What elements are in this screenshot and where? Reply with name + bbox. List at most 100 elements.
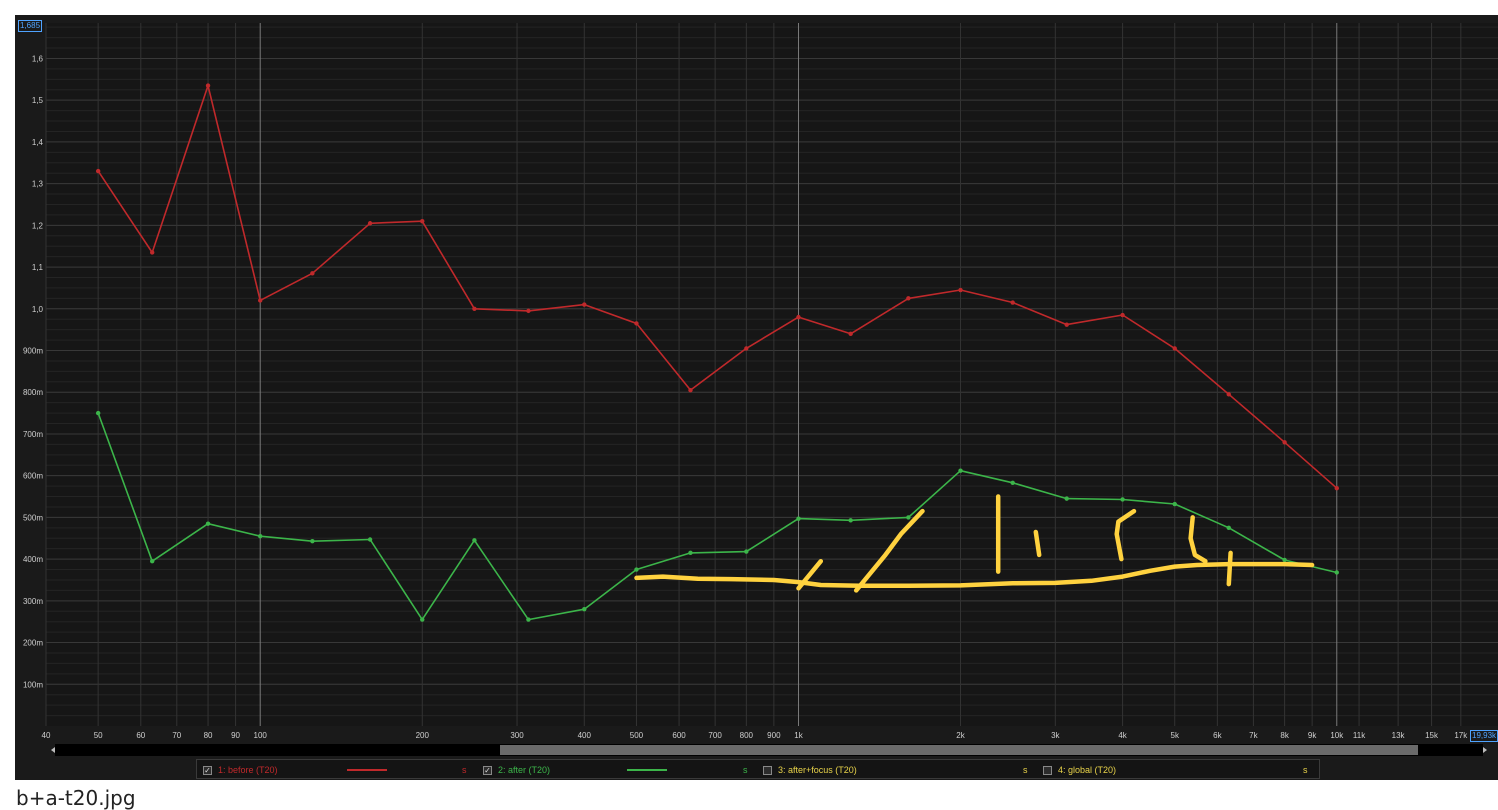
x-tick-label: 15k [1425, 731, 1439, 740]
series-2-point [310, 538, 315, 544]
series-2-point [420, 617, 425, 622]
x-axis-ticks: 40 50 60 70 80 90 100 200 300 400 500 600 700 800 900 1… [42, 731, 1469, 740]
x-tick-label: 400 [578, 731, 592, 740]
legend-checkbox-4[interactable] [1043, 765, 1052, 775]
rt-graph[interactable]: 40 50 60 70 80 90 100 200 300 400 500 600 700 800 900 1… [15, 15, 1498, 780]
x-max-readout[interactable]: 19,93k [1470, 730, 1498, 742]
y-tick-label: 900m [23, 347, 43, 356]
x-tick-label: 200 [416, 731, 430, 740]
x-tick-label: 1k [794, 731, 803, 740]
x-tick-label: 300 [510, 731, 524, 740]
series-1-point [258, 298, 263, 303]
scroll-right-icon[interactable] [1483, 747, 1487, 753]
series-1-point [367, 221, 373, 226]
x-tick-label: 5k [1171, 731, 1180, 740]
y-tick-label: 400m [23, 555, 43, 564]
legend-label-3: 3: after+focus (T20) [778, 765, 857, 775]
series-1-point [1120, 312, 1125, 318]
series-2-point [1064, 496, 1069, 501]
legend-item-4[interactable]: 4: global (T20) [1043, 763, 1116, 777]
series-2-point [688, 550, 693, 556]
legend-checkbox-3[interactable] [763, 765, 772, 775]
y-tick-label: 1,5 [32, 96, 44, 105]
series-1-point [472, 306, 477, 311]
x-tick-label: 100 [254, 731, 268, 740]
plot-area [46, 23, 1498, 726]
y-tick-label: 100m [23, 680, 43, 689]
series-1-point [1172, 346, 1177, 351]
x-tick-label: 9k [1308, 731, 1317, 740]
x-tick-label: 4k [1118, 731, 1127, 740]
series-1-point [688, 387, 693, 393]
x-tick-label: 700 [708, 731, 722, 740]
series-2-point [744, 549, 749, 554]
x-tick-label: 6k [1213, 731, 1222, 740]
x-tick-label: 2k [956, 731, 965, 740]
legend-checkbox-2[interactable]: ✓ [483, 765, 492, 775]
series-1-point [1064, 322, 1069, 327]
x-tick-label: 17k [1454, 731, 1468, 740]
series-2-point [1010, 480, 1015, 485]
annotation-stroke-7 [1226, 550, 1233, 587]
series-1-point [744, 346, 749, 351]
analyzer-window: 40 50 60 70 80 90 100 200 300 400 500 600 700 800 900 1… [15, 15, 1498, 780]
y-max-readout[interactable]: 1,685 [18, 20, 43, 32]
series-2-point [526, 617, 531, 622]
series-2-point [796, 516, 801, 521]
series-1-point [1282, 440, 1287, 445]
series-1-point [149, 250, 155, 255]
x-tick-label: 13k [1392, 731, 1406, 740]
x-tick-label: 3k [1051, 731, 1060, 740]
x-tick-label: 90 [231, 731, 240, 740]
y-tick-label: 1,4 [32, 138, 44, 147]
y-tick-label: 600m [23, 472, 43, 481]
grid [45, 23, 1498, 726]
series-2-point [634, 567, 639, 572]
series-1-point [906, 296, 911, 301]
scrollbar-thumb[interactable] [500, 745, 1418, 755]
series-1-point [958, 287, 963, 293]
y-tick-label: 1,0 [32, 305, 44, 314]
series-1-point [848, 331, 853, 337]
series-2-point [958, 468, 963, 473]
y-tick-label: 800m [23, 388, 43, 397]
x-tick-label: 900 [767, 731, 781, 740]
legend-swatch-2 [627, 769, 667, 771]
series-1-point [420, 218, 425, 224]
legend-bar: ✓ 1: before (T20) s ✓ 2: after (T20) s 3… [196, 759, 1320, 779]
legend-checkbox-1[interactable]: ✓ [203, 765, 212, 775]
series-2-point [95, 410, 101, 416]
legend-swatch-1 [347, 769, 387, 771]
series-1-point [526, 308, 531, 314]
series-2-point [258, 533, 263, 539]
x-tick-label: 600 [672, 731, 686, 740]
series-2-point [1172, 501, 1177, 507]
series-2-point [906, 515, 911, 520]
y-axis-ticks: 100m 200m 300m 400m 500m 600m 700m 800m 900m 1,0 1… [23, 54, 44, 689]
series-2-point [582, 606, 587, 612]
series-2-point [1120, 497, 1125, 502]
x-tick-label: 800 [740, 731, 754, 740]
x-tick-label: 7k [1249, 731, 1258, 740]
legend-unit-4: s [1303, 765, 1308, 775]
y-tick-label: 200m [23, 639, 43, 648]
x-tick-label: 80 [204, 731, 213, 740]
series-1-point [634, 321, 639, 326]
y-tick-label: 500m [23, 513, 43, 522]
legend-item-2[interactable]: ✓ 2: after (T20) [483, 763, 550, 777]
horizontal-scrollbar[interactable] [51, 744, 1487, 756]
y-tick-label: 300m [23, 597, 43, 606]
legend-unit-1: s [462, 765, 467, 775]
legend-label-2: 2: after (T20) [498, 765, 551, 775]
legend-label-1: 1: before (T20) [218, 765, 278, 775]
legend-unit-2: s [743, 765, 748, 775]
series-2-point [1334, 570, 1339, 575]
legend-item-1[interactable]: ✓ 1: before (T20) [203, 763, 278, 777]
series-1-point [1334, 485, 1339, 491]
legend-item-3[interactable]: 3: after+focus (T20) [763, 763, 857, 777]
series-2-point [848, 518, 853, 523]
scroll-left-icon[interactable] [51, 747, 55, 753]
series-1-point [582, 302, 587, 307]
x-tick-label: 8k [1280, 731, 1289, 740]
x-tick-label: 10k [1330, 731, 1344, 740]
